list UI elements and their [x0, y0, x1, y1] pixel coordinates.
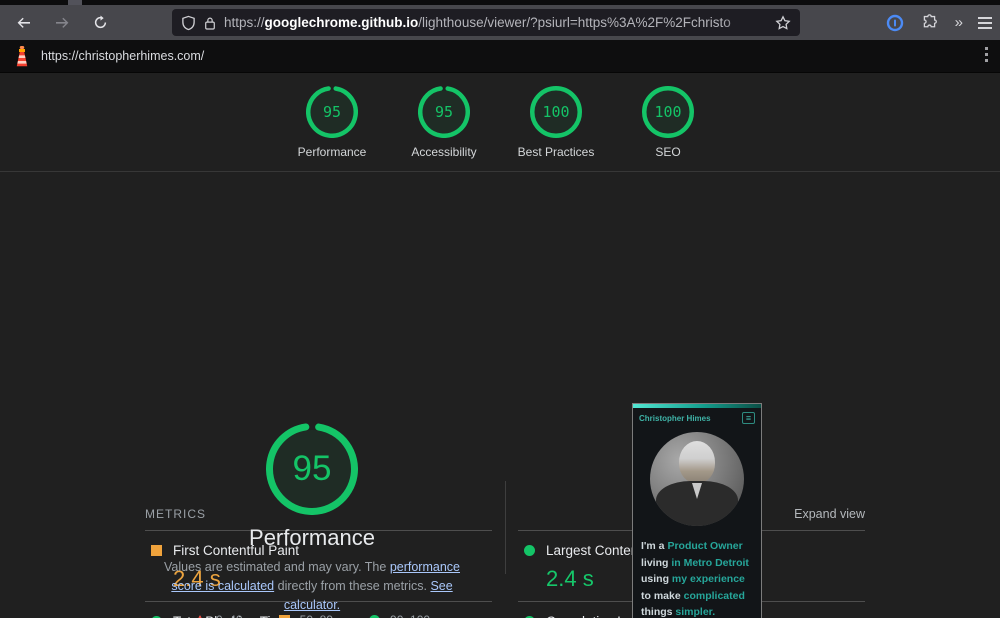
bio-line: to make complicated: [641, 588, 753, 605]
lock-icon: [204, 16, 216, 30]
thumbnail-site-header: Christopher Himes: [633, 408, 761, 424]
score-value: 100: [530, 86, 582, 138]
back-arrow-icon: [16, 15, 32, 31]
url-scheme: https://: [224, 15, 265, 30]
performance-score-value: 95: [266, 423, 358, 515]
url-domain: googlechrome.github.io: [265, 15, 419, 30]
app-menu-button[interactable]: [978, 17, 992, 29]
legend-range-label: 0–49: [216, 613, 243, 618]
legend-item-poor: 0–49: [194, 613, 243, 618]
score-label: Accessibility: [411, 145, 476, 159]
metrics-section-title: METRICS: [145, 507, 206, 521]
score-value: 100: [642, 86, 694, 138]
lighthouse-logo-icon: [13, 46, 31, 67]
score-disclaimer: Values are estimated and may vary. The p…: [147, 558, 477, 615]
bio-line: I'm a Product Owner: [641, 538, 753, 555]
password-manager-extension-button[interactable]: [886, 14, 904, 32]
forward-arrow-icon: [54, 15, 70, 31]
legend-item-average: 50–89: [279, 613, 333, 618]
bookmark-star-button[interactable]: [775, 15, 791, 31]
score-range-legend: 0–49 50–89 90–100: [132, 613, 492, 618]
score-value: 95: [306, 86, 358, 138]
onepassword-icon: [886, 14, 904, 32]
score-label: SEO: [655, 145, 680, 159]
browser-toolbar: https://googlechrome.github.io/lighthous…: [0, 5, 1000, 40]
orange-square-icon: [279, 615, 290, 618]
star-icon: [775, 15, 791, 31]
url-fade: [721, 15, 767, 30]
red-triangle-icon: [194, 615, 206, 618]
score-gauge-seo[interactable]: 100 SEO: [612, 86, 724, 171]
portrait-photo: [650, 432, 744, 526]
lighthouse-topbar: https://christopherhimes.com/: [0, 40, 1000, 73]
score-gauge-accessibility[interactable]: 95 Accessibility: [388, 86, 500, 171]
reload-button[interactable]: [86, 9, 114, 37]
puzzle-piece-icon: [921, 14, 938, 31]
bio-line: things simpler.: [641, 604, 753, 618]
vertical-divider: [505, 481, 506, 574]
thumbnail-hamburger-icon: [742, 412, 755, 424]
disclaimer-text-2: directly from these metrics.: [274, 579, 430, 593]
expand-view-button[interactable]: Expand view: [794, 507, 865, 521]
back-button[interactable]: [10, 9, 38, 37]
report-page-url: https://christopherhimes.com/: [41, 49, 204, 63]
overflow-menu-button[interactable]: »: [955, 14, 961, 31]
toolbar-extensions-area: »: [886, 5, 992, 40]
green-circle-icon: [369, 615, 380, 618]
legend-item-good: 90–100: [369, 613, 430, 618]
extensions-button[interactable]: [921, 14, 938, 31]
score-label: Best Practices: [518, 145, 595, 159]
disclaimer-text-1: Values are estimated and may vary. The: [164, 560, 390, 574]
report-options-menu-button[interactable]: [985, 47, 988, 62]
bio-line: living in Metro Detroit: [641, 555, 753, 572]
forward-button[interactable]: [48, 9, 76, 37]
gauge: 100: [530, 86, 582, 138]
gauge: 95: [306, 86, 358, 138]
legend-range-label: 90–100: [390, 613, 430, 618]
page-screenshot-thumbnail[interactable]: Christopher Himes I'm a Product Ownerliv…: [632, 403, 762, 618]
green-circle-icon: [524, 545, 535, 556]
legend-range-label: 50–89: [300, 613, 333, 618]
performance-score-gauge[interactable]: 95: [266, 423, 358, 515]
thumbnail-site-name: Christopher Himes: [639, 414, 711, 423]
gauge: 95: [418, 86, 470, 138]
score-label: Performance: [298, 145, 367, 159]
category-scores-band: 95 Performance 95 Accessibility 100 Best…: [0, 73, 1000, 172]
reload-icon: [93, 15, 108, 30]
url-text: https://googlechrome.github.io/lighthous…: [224, 15, 767, 30]
url-path: /lighthouse/viewer/?psiurl=https%3A%2F%2…: [418, 15, 731, 30]
portrait-head: [679, 441, 715, 483]
performance-summary: 95 Performance Values are estimated and …: [0, 172, 1000, 500]
thumbnail-bio-text: I'm a Product Ownerliving in Metro Detro…: [641, 538, 753, 618]
bio-line: using my experience: [641, 571, 753, 588]
score-gauge-best-practices[interactable]: 100 Best Practices: [500, 86, 612, 171]
score-value: 95: [418, 86, 470, 138]
gauge: 100: [642, 86, 694, 138]
address-bar[interactable]: https://googlechrome.github.io/lighthous…: [172, 9, 800, 36]
score-gauge-performance[interactable]: 95 Performance: [276, 86, 388, 171]
performance-heading: Performance: [132, 525, 492, 551]
tracking-shield-icon: [181, 15, 196, 31]
